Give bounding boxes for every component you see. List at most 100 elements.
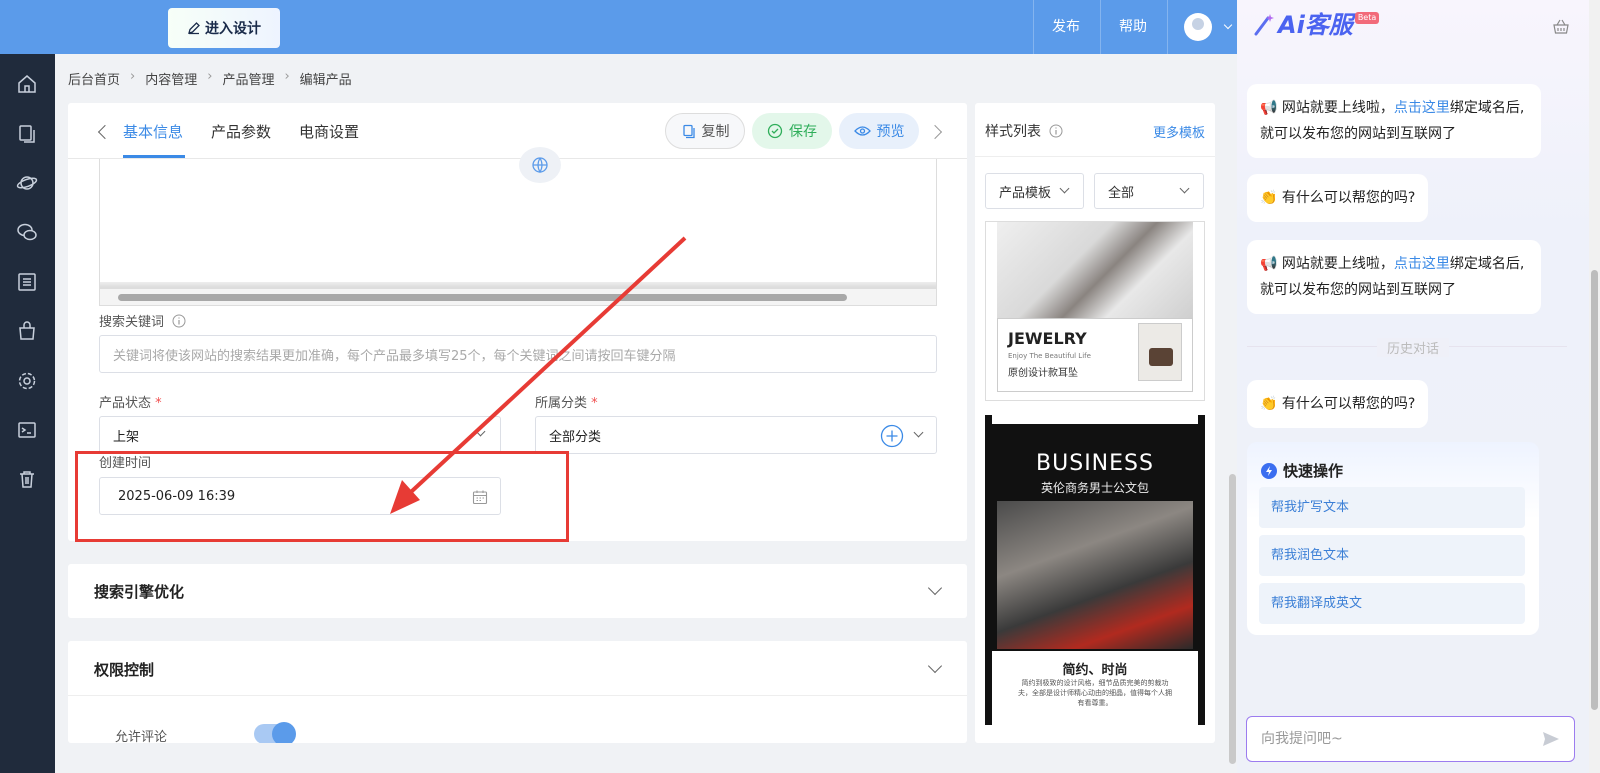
check-circle-icon [767, 123, 783, 139]
back-icon[interactable] [97, 124, 113, 140]
template-card-jewelry[interactable]: JEWELRY Enjoy The Beautiful Life 原创设计款耳坠 [985, 221, 1205, 401]
breadcrumb-separator: › [130, 69, 136, 84]
bind-domain-link[interactable]: 点击这里 [1394, 256, 1450, 272]
divider [1167, 0, 1168, 54]
send-icon[interactable] [1542, 731, 1560, 747]
trash-icon[interactable] [16, 468, 38, 490]
basket-icon[interactable] [1552, 18, 1570, 36]
breadcrumb-separator: › [207, 69, 213, 84]
globe-icon[interactable] [519, 147, 561, 183]
quick-action-polish[interactable]: 帮我润色文本 [1259, 535, 1525, 576]
template-card-business[interactable]: BUSINESS 英伦商务男士公文包 简约、时尚 简约到极致的设计风格，细节品质… [985, 415, 1205, 725]
divider [1100, 0, 1101, 54]
chevron-right-icon[interactable] [927, 124, 943, 140]
chevron-down-icon[interactable] [927, 580, 943, 596]
template-filter-select[interactable]: 全部 [1094, 173, 1204, 209]
annotation-arrow [390, 236, 687, 514]
chevron-down-icon [1179, 183, 1190, 194]
copy-icon [682, 124, 695, 138]
status-label: 产品状态 * [99, 392, 162, 411]
preview-button[interactable]: 预览 [839, 113, 919, 149]
breadcrumb-current: 编辑产品 [299, 73, 352, 88]
ai-assistant-panel: Ai客服 Beta 📢 网站就要上线啦，点击这里绑定域名后,就可以发布您的网站到… [1237, 0, 1600, 773]
info-icon [1049, 124, 1063, 138]
permissions-section-title: 权限控制 [94, 661, 155, 679]
enter-design-label: 进入设计 [205, 21, 261, 37]
template-type-select[interactable]: 产品模板 [985, 173, 1084, 209]
avatar[interactable] [1184, 13, 1212, 41]
business-subtitle: 英伦商务男士公文包 [1040, 481, 1149, 495]
beta-badge: Beta [1354, 12, 1380, 24]
planet-icon[interactable] [16, 172, 38, 194]
copy-icon[interactable] [16, 123, 38, 145]
publish-link[interactable]: 发布 [1052, 0, 1080, 54]
chat-icon[interactable] [16, 221, 38, 243]
chat-message: 👏 有什么可以帮您的吗? [1247, 380, 1429, 428]
business-photo-frame: BUSINESS 英伦商务男士公文包 [997, 429, 1193, 649]
business-heading: 简约、时尚 [1062, 663, 1128, 678]
quick-action-translate[interactable]: 帮我翻译成英文 [1259, 583, 1525, 624]
main-scrollbar[interactable] [1228, 54, 1237, 773]
message-text: 网站就要上线啦， [1281, 100, 1394, 116]
clap-icon: 👏 [1260, 190, 1278, 206]
terminal-icon[interactable] [16, 419, 38, 441]
page-scrollbar[interactable] [1589, 0, 1600, 773]
breadcrumb-content[interactable]: 内容管理 [145, 69, 197, 88]
chevron-down-icon [1059, 183, 1070, 194]
allow-comments-label: 允许评论 [115, 730, 168, 743]
style-list-title-text: 样式列表 [985, 124, 1041, 140]
allow-comments-toggle[interactable] [254, 722, 296, 743]
toggle-knob [272, 722, 296, 743]
bind-domain-link[interactable]: 点击这里 [1394, 100, 1450, 116]
chevron-down-icon[interactable] [1223, 20, 1233, 30]
chat-message: 👏 有什么可以帮您的吗? [1247, 174, 1429, 222]
quick-actions-card: 快速操作 帮我扩写文本 帮我润色文本 帮我翻译成英文 [1247, 442, 1539, 635]
help-link[interactable]: 帮助 [1119, 0, 1147, 54]
copy-label: 复制 [701, 124, 730, 140]
chat-input[interactable]: 向我提问吧~ [1246, 716, 1575, 762]
enter-design-button[interactable]: 进入设计 [168, 8, 280, 48]
tab-bar: 基本信息 产品参数 电商设置 复制 保存 预览 [68, 103, 967, 159]
bag-icon[interactable] [16, 320, 38, 342]
scrollbar-thumb[interactable] [1591, 270, 1598, 710]
list-icon[interactable] [16, 271, 38, 293]
jewelry-caption: 原创设计款耳坠 [1008, 368, 1078, 379]
save-label: 保存 [789, 124, 817, 140]
style-list-title: 样式列表 [985, 121, 1063, 141]
ai-logo-text: Ai客服 [1278, 11, 1353, 39]
jewelry-box-shape [1149, 348, 1173, 366]
chevron-down-icon[interactable] [927, 658, 943, 674]
jewelry-photo [997, 222, 1193, 318]
breadcrumb: 后台首页 › 内容管理 › 产品管理 › 编辑产品 [68, 69, 352, 88]
permissions-section: 权限控制 允许评论 [68, 641, 967, 743]
message-text: 有什么可以帮您的吗? [1281, 396, 1416, 412]
tab-product-params[interactable]: 产品参数 [211, 121, 271, 142]
chat-message: 📢 网站就要上线啦，点击这里绑定域名后,就可以发布您的网站到互联网了 [1247, 84, 1541, 158]
more-templates-link[interactable]: 更多模板 [1153, 122, 1205, 141]
breadcrumb-home[interactable]: 后台首页 [68, 69, 120, 88]
info-icon [172, 314, 186, 328]
message-text: 有什么可以帮您的吗? [1281, 190, 1416, 206]
history-label[interactable]: 历史对话 [1377, 338, 1450, 357]
eye-icon [853, 126, 871, 136]
copy-button[interactable]: 复制 [665, 113, 745, 149]
settings-icon[interactable] [16, 370, 38, 392]
seo-section[interactable]: 搜索引擎优化 [68, 564, 967, 618]
tab-basic-info[interactable]: 基本信息 [123, 121, 183, 142]
top-bar: 进入设计 发布 帮助 [0, 0, 1237, 54]
jewelry-subtitle: Enjoy The Beautiful Life [1008, 352, 1091, 360]
divider [975, 156, 1215, 157]
breadcrumb-separator: › [284, 69, 290, 84]
divider [1033, 0, 1034, 54]
business-photo [997, 501, 1193, 649]
quick-actions-header: 快速操作 [1261, 460, 1343, 481]
tab-ecommerce[interactable]: 电商设置 [299, 121, 359, 142]
message-text: 网站就要上线啦， [1281, 256, 1394, 272]
scrollbar-thumb[interactable] [1229, 474, 1236, 764]
quick-action-expand[interactable]: 帮我扩写文本 [1259, 487, 1525, 528]
add-category-icon[interactable] [880, 424, 904, 448]
save-button[interactable]: 保存 [752, 113, 832, 149]
breadcrumb-products[interactable]: 产品管理 [222, 69, 274, 88]
style-list-panel: 样式列表 更多模板 产品模板 全部 JEWELRY Enjoy The Beau… [975, 103, 1215, 743]
home-icon[interactable] [16, 73, 38, 95]
